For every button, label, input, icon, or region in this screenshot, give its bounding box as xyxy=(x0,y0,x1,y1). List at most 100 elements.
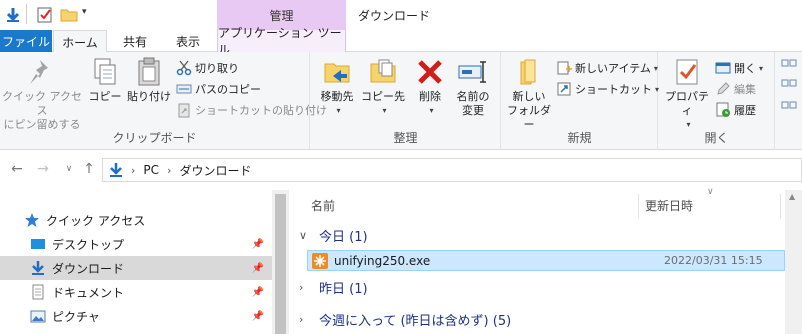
nav-item-downloads[interactable]: ダウンロード 📌 xyxy=(0,256,272,280)
tab-file[interactable]: ファイル xyxy=(0,30,52,52)
move-to-button[interactable]: 移動先 ▾ xyxy=(315,56,359,118)
copy-path-button[interactable]: パスのコピー xyxy=(176,79,261,99)
history-icon xyxy=(716,102,730,117)
copy-path-icon xyxy=(176,84,192,94)
nav-item-desktop[interactable]: デスクトップ 📌 xyxy=(0,232,272,256)
downloads-location-icon xyxy=(110,163,122,177)
group-yesterday[interactable]: › 昨日 (1) xyxy=(299,276,368,298)
rename-icon xyxy=(458,61,486,83)
properties-button[interactable]: プロパティ ▾ xyxy=(661,56,713,132)
file-list-scrollbar[interactable]: ▲ xyxy=(785,190,802,334)
file-list: 名前 更新日時 ∨ ∨ 今日 (1) unifying250.exe 2022/… xyxy=(289,187,802,334)
new-group: 新しい フォルダー 新しいアイテム ▾ ショートカット ▾ 新規 xyxy=(502,52,659,150)
group-this-week[interactable]: › 今週に入って (昨日は含めず) (5) xyxy=(299,308,511,330)
chevron-down-icon: ▾ xyxy=(429,106,434,115)
group-today[interactable]: ∨ 今日 (1) xyxy=(299,224,368,246)
up-arrow-icon[interactable]: ↑ xyxy=(80,161,98,177)
pin-icon: 📌 xyxy=(251,262,264,274)
open-group: プロパティ ▾ 開く ▾ 編集 履歴 開く xyxy=(659,52,775,150)
copy-icon xyxy=(94,58,116,85)
edit-icon xyxy=(717,82,730,95)
chevron-down-icon: ∨ xyxy=(299,228,308,242)
column-divider[interactable] xyxy=(638,194,639,218)
copy-to-button[interactable]: コピー先 ▾ xyxy=(359,56,407,118)
select-all-icon[interactable] xyxy=(778,58,798,121)
edit-button[interactable]: 編集 xyxy=(715,79,756,99)
paste-shortcut-icon xyxy=(178,103,190,118)
scissors-icon xyxy=(176,60,192,76)
customize-qa-icon[interactable]: ▾ xyxy=(82,7,87,17)
column-header-name[interactable]: 名前 xyxy=(311,190,641,220)
divider xyxy=(26,4,27,24)
properties-check-icon[interactable] xyxy=(36,6,54,24)
delete-x-icon xyxy=(418,60,442,84)
ribbon-tabs: ファイル ホーム 共有 表示 アプリケーション ツール xyxy=(0,26,802,57)
forward-arrow-icon[interactable]: → xyxy=(34,161,52,177)
breadcrumb-downloads[interactable]: ダウンロード xyxy=(179,162,251,179)
paste-button[interactable]: 貼り付け xyxy=(126,56,172,104)
installer-icon xyxy=(312,252,328,269)
breadcrumb-separator-icon: › xyxy=(131,163,136,177)
move-to-icon xyxy=(324,63,350,83)
pin-icon: 📌 xyxy=(251,310,264,322)
back-arrow-icon[interactable]: ← xyxy=(8,161,26,177)
title-bar: ▾ 管理 ダウンロード xyxy=(0,0,802,30)
clipboard-group-label: クリップボード xyxy=(112,131,197,145)
file-date: 2022/03/31 15:15 xyxy=(664,254,763,267)
history-button[interactable]: 履歴 xyxy=(715,100,756,120)
rename-button[interactable]: 名前の 変更 xyxy=(451,56,495,118)
properties-icon xyxy=(676,59,698,85)
organize-group: 移動先 ▾ コピー先 ▾ 削除 ▾ 名前の 変更 整理 xyxy=(311,52,501,150)
scroll-up-icon[interactable]: ▲ xyxy=(789,192,795,201)
column-divider[interactable] xyxy=(780,194,781,218)
down-arrow-icon[interactable] xyxy=(4,6,22,24)
breadcrumb-separator-icon: › xyxy=(167,163,172,177)
sort-chevron-icon: ∨ xyxy=(707,187,714,197)
address-bar[interactable]: › PC › ダウンロード xyxy=(102,158,802,182)
folder-icon xyxy=(520,59,536,85)
new-item-button[interactable]: 新しいアイテム ▾ xyxy=(556,58,658,78)
new-item-icon xyxy=(557,61,572,75)
nav-item-pictures[interactable]: ピクチャ 📌 xyxy=(0,304,272,328)
chevron-down-icon: ▾ xyxy=(653,63,658,73)
paste-shortcut-button[interactable]: ショートカットの貼り付け xyxy=(176,100,327,120)
paste-icon xyxy=(138,57,160,86)
easy-access-icon xyxy=(557,82,571,96)
tab-application-tools[interactable]: アプリケーション ツール xyxy=(217,26,346,57)
breadcrumb-pc[interactable]: PC xyxy=(143,163,159,177)
chevron-down-icon: ▾ xyxy=(759,63,764,73)
cut-button[interactable]: 切り取り xyxy=(176,58,239,78)
navigation-pane-scrollbar[interactable] xyxy=(272,190,289,334)
open-button[interactable]: 開く ▾ xyxy=(715,58,763,78)
chevron-right-icon: › xyxy=(299,312,304,326)
open-group-label: 開く xyxy=(704,131,729,145)
tab-home[interactable]: ホーム xyxy=(53,30,107,53)
nav-item-documents[interactable]: ドキュメント 📌 xyxy=(0,280,272,304)
nav-item-quick-access[interactable]: クイック アクセス xyxy=(0,208,272,232)
new-folder-button[interactable]: 新しい フォルダー xyxy=(504,56,554,132)
pin-icon: 📌 xyxy=(251,238,264,250)
pin-icon xyxy=(30,60,48,84)
chevron-down-icon: ▾ xyxy=(382,106,387,115)
tab-share[interactable]: 共有 xyxy=(110,30,160,52)
chevron-down-icon: ▾ xyxy=(336,106,341,115)
organize-group-label: 整理 xyxy=(393,131,418,145)
navigation-pane: クイック アクセス デスクトップ 📌 ダウンロード 📌 ドキュメント 📌 ピクチ… xyxy=(0,190,272,334)
pin-quick-access-button[interactable]: クイック アクセス にピン留めする xyxy=(2,56,82,132)
scrollbar-thumb[interactable] xyxy=(275,194,286,334)
easy-access-button[interactable]: ショートカット ▾ xyxy=(556,79,659,99)
delete-button[interactable]: 削除 ▾ xyxy=(411,56,449,118)
download-arrow-icon xyxy=(32,261,44,275)
copy-button[interactable]: コピー xyxy=(86,56,124,104)
new-folder-icon[interactable] xyxy=(60,6,78,24)
file-name: unifying250.exe xyxy=(334,253,431,268)
table-row[interactable]: unifying250.exe 2022/03/31 15:15 xyxy=(307,250,785,271)
tab-view[interactable]: 表示 xyxy=(162,30,214,52)
copy-to-icon xyxy=(370,59,396,83)
window-title: ダウンロード xyxy=(358,9,431,23)
ribbon: クイック アクセス にピン留めする コピー 貼り付け 切り取り パスのコピー シ… xyxy=(0,52,802,150)
star-icon xyxy=(25,213,39,227)
recent-locations-chevron-icon[interactable]: ∨ xyxy=(60,164,78,174)
chevron-right-icon: › xyxy=(299,280,304,294)
new-group-label: 新規 xyxy=(567,131,592,145)
